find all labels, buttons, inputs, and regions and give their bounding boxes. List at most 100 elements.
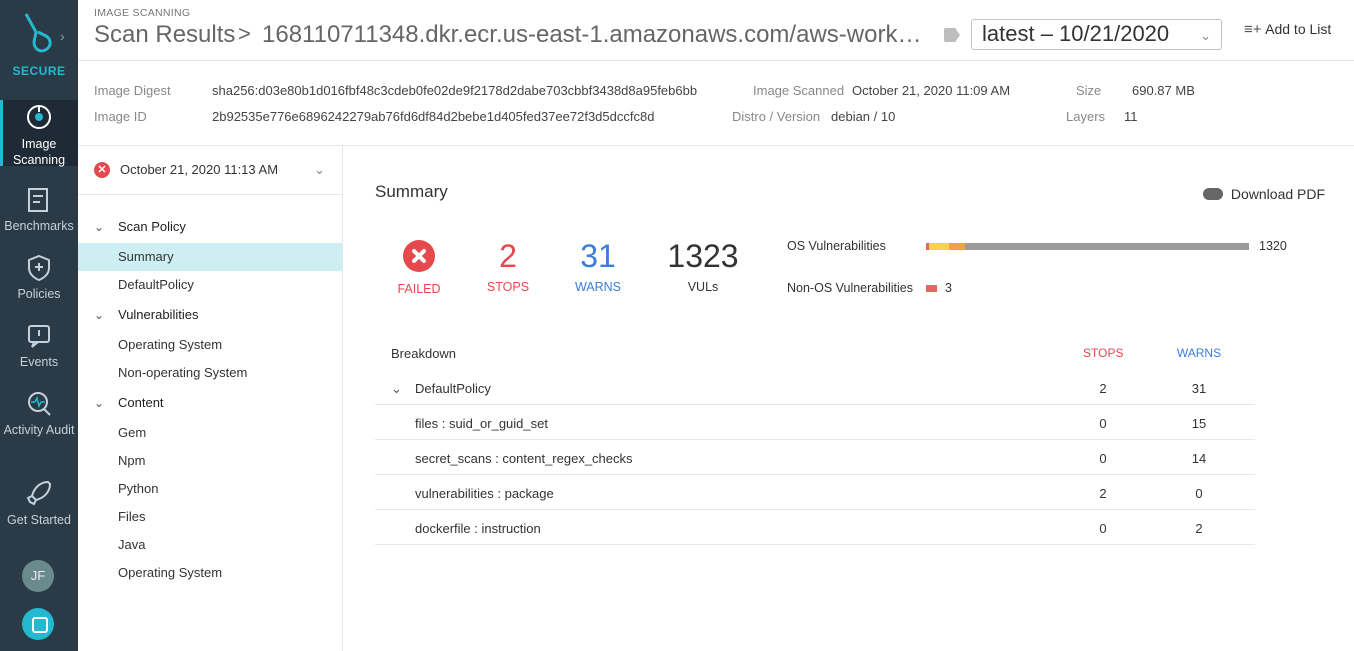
stops-stat: 2 STOPS <box>483 238 533 294</box>
breakdown-header-row: Breakdown STOPS WARNS <box>375 336 1255 370</box>
side-group-label: Vulnerabilities <box>118 307 199 322</box>
nav-label: Benchmarks <box>4 219 74 233</box>
image-metadata: Image Digest sha256:d03e80b1d016fbf48c3c… <box>78 61 1354 146</box>
side-item-non-operating-system[interactable]: Non-operating System <box>78 359 342 387</box>
download-pdf-button[interactable]: Download PDF <box>1203 186 1325 202</box>
os-bar-low <box>949 243 965 250</box>
rule-stops: 2 <box>1099 486 1107 501</box>
shield-icon <box>28 254 50 282</box>
image-digest-value: sha256:d03e80b1d016fbf48c3cdeb0fe02de9f2… <box>212 83 698 98</box>
image-scanned-label: Image Scanned <box>753 83 845 98</box>
stops-column-header: STOPS <box>1083 346 1124 360</box>
secure-logo[interactable]: › SECURE <box>0 0 78 92</box>
nav-label: Activity Audit <box>3 423 75 437</box>
page-header: IMAGE SCANNING Scan Results > 1681107113… <box>78 0 1354 61</box>
table-row[interactable]: dockerfile : instruction 0 2 <box>375 510 1255 545</box>
layers-value: 11 <box>1124 109 1138 124</box>
stops-label: STOPS <box>486 280 530 294</box>
chevron-down-icon: ⌄ <box>94 308 105 322</box>
download-pdf-label: Download PDF <box>1230 186 1326 202</box>
rule-name: secret_scans : content_regex_checks <box>415 451 633 466</box>
table-row[interactable]: files : suid_or_guid_set 0 15 <box>375 405 1255 440</box>
nav-activity-audit[interactable]: Activity Audit <box>0 390 78 456</box>
image-digest-label: Image Digest <box>94 83 171 98</box>
os-vulnerabilities-label: OS Vulnerabilities <box>787 239 886 253</box>
rule-warns: 0 <box>1195 486 1203 501</box>
vuls-stat: 1323 VULs <box>661 238 745 294</box>
breakdown-policy-row[interactable]: ⌄ DefaultPolicy 2 31 <box>375 370 1255 405</box>
side-item-gem[interactable]: Gem <box>78 419 342 447</box>
nav-label: Events <box>19 355 59 369</box>
breadcrumb-repo: 168110711348.dkr.ecr.us-east-1.amazonaws… <box>262 21 932 48</box>
non-os-vulnerabilities-bar[interactable] <box>926 285 937 292</box>
secure-logo-icon <box>24 13 52 53</box>
side-item-operating-system[interactable]: Operating System <box>78 331 342 359</box>
side-item-files[interactable]: Files <box>78 503 342 531</box>
size-label: Size <box>1076 83 1102 98</box>
side-group-content[interactable]: ⌄ Content <box>78 389 342 417</box>
warns-stat: 31 WARNS <box>570 238 626 294</box>
size-value: 690.87 MB <box>1132 83 1195 98</box>
failed-status-icon: ✕ <box>94 162 110 178</box>
chevron-down-icon: ⌄ <box>1200 28 1211 43</box>
warns-value: 31 <box>580 238 616 274</box>
tag-icon <box>944 28 960 42</box>
side-item-label: Operating System <box>118 337 223 352</box>
side-item-label: Npm <box>118 453 146 468</box>
distro-version-label: Distro / Version <box>732 109 821 124</box>
side-item-label: DefaultPolicy <box>118 277 194 292</box>
breadcrumb-separator-icon: > <box>238 21 251 46</box>
side-item-content-operating-system[interactable]: Operating System <box>78 559 342 587</box>
chevron-down-icon: ⌄ <box>94 220 105 234</box>
summary-panel: Summary Download PDF FAILED 2 STOPS 31 W… <box>343 146 1354 651</box>
scan-date-select[interactable]: ✕ October 21, 2020 11:13 AM ⌄ <box>78 146 343 195</box>
chat-icon[interactable] <box>22 608 54 640</box>
side-item-label: Non-operating System <box>118 365 248 380</box>
events-icon <box>28 325 50 348</box>
side-item-summary[interactable]: Summary <box>78 243 342 271</box>
side-group-scan-policy[interactable]: ⌄ Scan Policy <box>78 213 342 241</box>
side-item-python[interactable]: Python <box>78 475 342 503</box>
warns-column-header: WARNS <box>1176 346 1222 360</box>
nav-image-scanning[interactable]: Image Scanning <box>0 100 78 167</box>
side-item-defaultpolicy[interactable]: DefaultPolicy <box>78 271 342 299</box>
tag-select-value: latest – 10/21/2020 <box>982 21 1170 46</box>
warns-label: WARNS <box>574 280 622 294</box>
playlist-add-icon: ≡+ <box>1244 21 1262 38</box>
side-group-label: Content <box>118 395 164 410</box>
nav-label: Policies <box>17 287 61 301</box>
add-to-list-label: Add to List <box>1265 21 1332 37</box>
side-group-label: Scan Policy <box>118 219 186 234</box>
image-id-label: Image ID <box>94 109 147 124</box>
table-row[interactable]: vulnerabilities : package 2 0 <box>375 475 1255 510</box>
side-item-label: Operating System <box>118 565 223 580</box>
nav-get-started[interactable]: Get Started <box>0 478 78 544</box>
tag-select[interactable]: latest – 10/21/2020 ⌄ <box>971 19 1222 50</box>
rule-name: vulnerabilities : package <box>415 486 554 501</box>
cloud-download-icon <box>1203 188 1223 200</box>
nav-events[interactable]: Events <box>0 322 78 388</box>
side-item-label: Files <box>118 509 146 524</box>
vuls-value: 1323 <box>667 238 739 274</box>
table-row[interactable]: secret_scans : content_regex_checks 0 14 <box>375 440 1255 475</box>
side-item-label: Summary <box>118 249 174 264</box>
side-item-java[interactable]: Java <box>78 531 342 559</box>
policy-warns: 31 <box>1191 381 1207 396</box>
rule-warns: 15 <box>1191 416 1207 431</box>
os-bar-medium <box>929 243 949 250</box>
side-item-npm[interactable]: Npm <box>78 447 342 475</box>
breadcrumb-scan-results[interactable]: Scan Results <box>94 21 235 49</box>
brand-label: SECURE <box>12 64 66 78</box>
os-vulnerabilities-bar[interactable] <box>926 243 1249 250</box>
failed-label: FAILED <box>397 282 441 296</box>
benchmarks-icon <box>28 188 48 212</box>
breakdown-header: Breakdown <box>391 346 457 361</box>
nav-policies[interactable]: Policies <box>0 254 78 320</box>
nav-benchmarks[interactable]: Benchmarks <box>0 186 78 252</box>
policy-name: DefaultPolicy <box>415 381 491 396</box>
add-to-list-button[interactable]: ≡+ Add to List <box>1244 21 1331 38</box>
side-group-vulnerabilities[interactable]: ⌄ Vulnerabilities <box>78 301 342 329</box>
os-vulnerabilities-count: 1320 <box>1259 239 1287 253</box>
avatar[interactable]: JF <box>22 560 54 592</box>
breadcrumb-section: IMAGE SCANNING <box>94 7 191 19</box>
